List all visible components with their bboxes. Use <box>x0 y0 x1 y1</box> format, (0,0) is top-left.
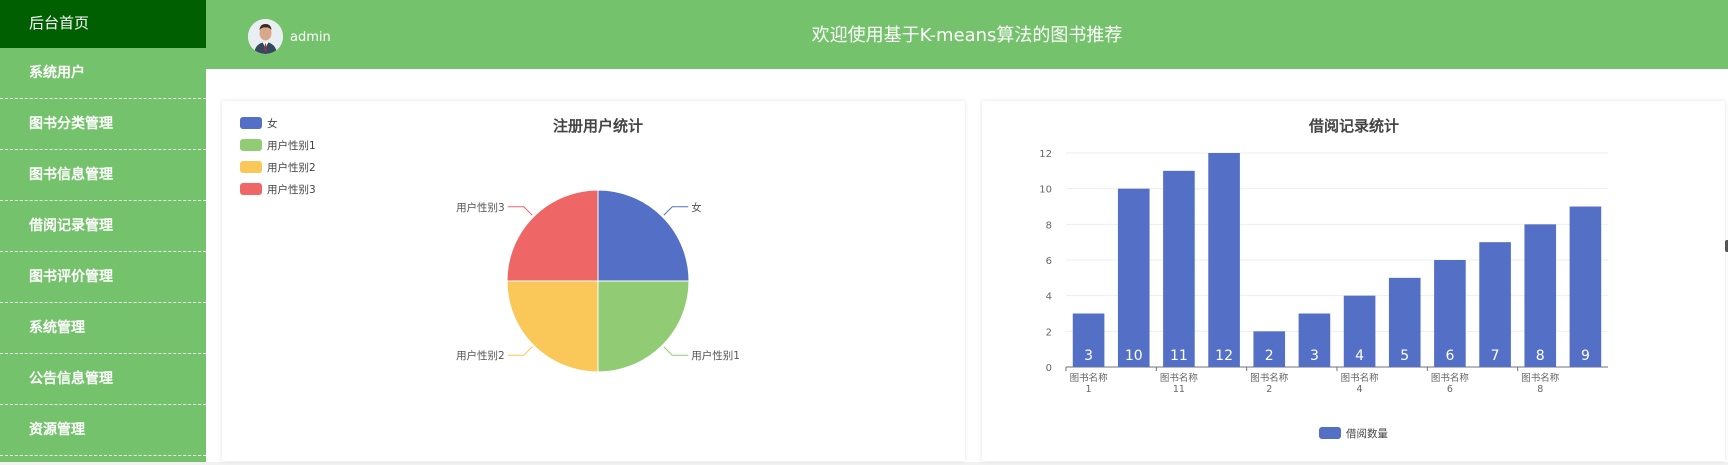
pie-chart-title: 注册用户统计 <box>553 117 643 135</box>
y-tick-label: 8 <box>1046 220 1052 231</box>
legend-label: 用户性别1 <box>267 139 316 152</box>
sidebar-item-home[interactable]: 后台首页 <box>0 0 206 48</box>
x-tick-label: 图书名称 <box>1070 372 1109 384</box>
legend-swatch <box>240 117 262 129</box>
y-tick-label: 10 <box>1039 185 1052 196</box>
sidebar-item-system-users[interactable]: 系统用户 <box>0 48 206 99</box>
pie-legend-item[interactable]: 用户性别2 <box>240 161 316 174</box>
y-tick-label: 4 <box>1046 292 1052 303</box>
x-tick-label: 图书名称 <box>1521 372 1560 384</box>
bar[interactable] <box>1163 170 1195 367</box>
bar-value-label: 6 <box>1445 348 1454 364</box>
bar-value-label: 2 <box>1265 348 1274 364</box>
bar-value-label: 7 <box>1491 348 1500 364</box>
sidebar-item-borrow-records[interactable]: 借阅记录管理 <box>0 201 206 252</box>
bar-value-label: 3 <box>1084 348 1093 364</box>
x-tick-label: 8 <box>1537 384 1543 395</box>
pie-label-line <box>507 346 533 356</box>
pie-slice[interactable] <box>597 280 690 373</box>
bar-value-label: 12 <box>1215 348 1233 364</box>
bar-legend-item[interactable]: 借阅数量 <box>1319 427 1388 440</box>
bar-value-label: 8 <box>1536 348 1545 364</box>
user-pie-chart: 注册用户统计 女 用户性别1 用户性别2 用户性别3 女用户性别1用户性别2用户… <box>240 117 740 373</box>
user-stats-card: 注册用户统计 女 用户性别1 用户性别2 用户性别3 女用户性别1 用户性别2 用户… <box>222 101 965 461</box>
bar-value-label: 10 <box>1125 348 1143 364</box>
bar[interactable] <box>1524 224 1557 367</box>
sidebar-item-resources[interactable]: 资源管理 <box>0 405 206 456</box>
bar-value-label: 5 <box>1400 348 1409 364</box>
pie-slice[interactable] <box>597 189 690 282</box>
bar-value-label: 9 <box>1581 348 1590 364</box>
bar-value-label: 11 <box>1170 348 1188 364</box>
pie-label-line <box>663 206 689 216</box>
sidebar-item-book-category[interactable]: 图书分类管理 <box>0 99 206 150</box>
y-tick-label: 2 <box>1046 327 1052 338</box>
x-tick-label: 4 <box>1357 384 1363 395</box>
y-tick-label: 6 <box>1046 256 1052 267</box>
x-tick-label: 1 <box>1086 384 1092 395</box>
borrow-stats-card: 借阅记录统计 0 2 4 6 8 10 12 3 10 11 12 2 3 4 5 6 7 8 9 图书名称 1 图书… <box>982 101 1725 461</box>
pie-legend-item[interactable]: 用户性别3 <box>240 183 316 196</box>
pie-slice-label: 用户性别3 <box>456 201 505 214</box>
legend-label: 用户性别3 <box>267 183 316 196</box>
bar[interactable] <box>1208 153 1240 367</box>
bar[interactable] <box>1569 206 1602 368</box>
sidebar-item-book-reviews[interactable]: 图书评价管理 <box>0 252 206 303</box>
y-tick-label: 12 <box>1039 149 1052 160</box>
legend-label: 女 <box>267 117 278 130</box>
x-tick-label: 图书名称 <box>1341 372 1380 384</box>
bar-chart-title: 借阅记录统计 <box>1308 117 1399 135</box>
pie-label-line <box>507 206 533 216</box>
pie-legend-item[interactable]: 女 <box>240 117 278 130</box>
legend-swatch <box>240 183 262 195</box>
pie-label-line <box>663 346 689 356</box>
pie-legend-item[interactable]: 用户性别1 <box>240 139 316 152</box>
bar-value-label: 4 <box>1355 348 1364 364</box>
legend-label: 用户性别2 <box>267 161 316 174</box>
sidebar-item-book-info[interactable]: 图书信息管理 <box>0 150 206 201</box>
y-tick-label: 0 <box>1046 363 1052 374</box>
pie-slice[interactable] <box>506 189 599 282</box>
x-tick-label: 图书名称 <box>1160 372 1199 384</box>
pie-slice-label: 用户性别2 <box>456 349 505 362</box>
legend-swatch <box>1319 427 1341 439</box>
legend-label: 借阅数量 <box>1346 427 1388 440</box>
x-tick-label: 图书名称 <box>1431 372 1470 384</box>
dashboard-main: 注册用户统计 女 用户性别1 用户性别2 用户性别3 女用户性别1 用户性别2 用户… <box>206 69 1728 462</box>
pie-slice-label: 女 <box>691 201 702 214</box>
borrow-bar-chart: 借阅记录统计 024681012 3 10 11 12 2 3 4 5 6 7 8 9 图书名称1图书… <box>1039 117 1608 440</box>
legend-swatch <box>240 139 262 151</box>
x-tick-label: 6 <box>1447 384 1453 395</box>
x-tick-label: 2 <box>1266 384 1272 395</box>
bar-value-label: 3 <box>1310 348 1319 364</box>
page-title: 欢迎使用基于K-means算法的图书推荐 <box>811 25 1123 46</box>
sidebar: 后台首页 系统用户 图书分类管理 图书信息管理 借阅记录管理 图书评价管理 系统… <box>0 0 206 462</box>
x-tick-label: 图书名称 <box>1250 372 1289 384</box>
legend-swatch <box>240 161 262 173</box>
x-tick-label: 11 <box>1173 384 1185 395</box>
sidebar-item-system-management[interactable]: 系统管理 <box>0 303 206 354</box>
pie-slice[interactable] <box>506 280 599 373</box>
top-header: admin 欢迎使用基于K-means算法的图书推荐 <box>206 0 1728 69</box>
bar[interactable] <box>1117 188 1150 367</box>
pie-slice-label: 用户性别1 <box>691 349 740 362</box>
sidebar-item-announcements[interactable]: 公告信息管理 <box>0 354 206 405</box>
